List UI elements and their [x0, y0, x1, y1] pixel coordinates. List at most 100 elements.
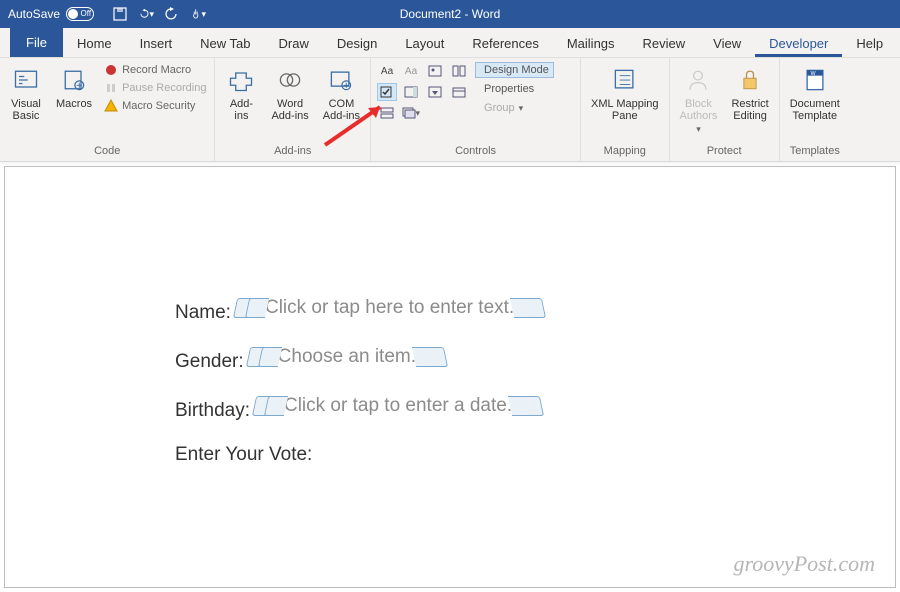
- cc-left-cap-icon: [245, 298, 269, 318]
- macros-button[interactable]: Macros: [52, 62, 96, 112]
- block-authors-icon: [682, 64, 714, 96]
- name-placeholder: Click or tap here to enter text.: [265, 297, 514, 319]
- macros-label: Macros: [56, 98, 92, 110]
- cc-right-handle-icon: [528, 298, 546, 318]
- group-label-protect: Protect: [676, 143, 773, 159]
- controls-gallery: Aa Aa ▾: [377, 62, 469, 122]
- properties-button[interactable]: Properties: [475, 81, 554, 97]
- gender-content-control[interactable]: Choose an item.: [248, 346, 446, 368]
- visual-basic-icon: [10, 64, 42, 96]
- autosave-toggle[interactable]: AutoSave Off: [0, 7, 102, 21]
- group-mapping: XML Mapping Pane Mapping: [581, 58, 669, 161]
- tab-new-tab[interactable]: New Tab: [186, 30, 264, 57]
- combobox-control-icon[interactable]: [401, 83, 421, 101]
- dropdown-control-icon[interactable]: [425, 83, 445, 101]
- form-row-vote: Enter Your Vote:: [175, 444, 895, 466]
- macros-icon: [58, 64, 90, 96]
- quick-access-toolbar: ▾ ▾: [102, 6, 216, 22]
- tab-references[interactable]: References: [458, 30, 552, 57]
- birthday-placeholder: Click or tap to enter a date.: [284, 395, 512, 417]
- group-label-addins: Add-ins: [221, 143, 364, 159]
- group-addins: Add- ins Word Add-ins COM Add-ins Add-in…: [215, 58, 371, 161]
- tab-help[interactable]: Help: [842, 30, 897, 57]
- vote-label: Enter Your Vote:: [175, 444, 312, 466]
- document-template-icon: W: [799, 64, 831, 96]
- name-label: Name:: [175, 302, 231, 324]
- tab-mailings[interactable]: Mailings: [553, 30, 629, 57]
- cc-left-cap-icon: [264, 396, 288, 416]
- com-addins-button[interactable]: COM Add-ins: [319, 62, 364, 124]
- pause-recording-button: Pause Recording: [102, 80, 208, 96]
- document-page: Name: Click or tap here to enter text. G…: [4, 166, 896, 588]
- tab-layout[interactable]: Layout: [391, 30, 458, 57]
- restrict-editing-button[interactable]: Restrict Editing: [727, 62, 772, 124]
- group-label-mapping: Mapping: [587, 143, 662, 159]
- legacy-tools-icon[interactable]: ▾: [401, 104, 421, 122]
- addins-icon: [225, 64, 257, 96]
- name-content-control[interactable]: Click or tap here to enter text.: [235, 297, 544, 319]
- redo-icon[interactable]: [164, 6, 180, 22]
- design-mode-button[interactable]: Design Mode: [475, 62, 554, 78]
- tab-view[interactable]: View: [699, 30, 755, 57]
- group-button[interactable]: Group▾: [475, 100, 554, 116]
- watermark: groovyPost.com: [733, 551, 875, 577]
- birthday-label: Birthday:: [175, 400, 250, 422]
- group-protect: Block Authors▾ Restrict Editing Protect: [670, 58, 780, 161]
- tab-insert[interactable]: Insert: [126, 30, 187, 57]
- group-templates: W Document Template Templates: [780, 58, 850, 161]
- gender-label: Gender:: [175, 351, 244, 373]
- word-addins-icon: [274, 64, 306, 96]
- touch-mode-icon[interactable]: ▾: [190, 6, 206, 22]
- xml-mapping-icon: [609, 64, 641, 96]
- cc-right-handle-icon: [526, 396, 544, 416]
- word-addins-button[interactable]: Word Add-ins: [267, 62, 312, 124]
- record-macro-button[interactable]: Record Macro: [102, 62, 208, 78]
- tab-file[interactable]: File: [10, 28, 63, 57]
- record-icon: [104, 63, 118, 77]
- plain-text-control-icon[interactable]: Aa: [401, 62, 421, 80]
- addins-button[interactable]: Add- ins: [221, 62, 261, 124]
- gender-placeholder: Choose an item.: [278, 346, 416, 368]
- xml-mapping-button[interactable]: XML Mapping Pane: [587, 62, 662, 124]
- visual-basic-label: Visual Basic: [11, 98, 41, 122]
- group-code: Visual Basic Macros Record Macro Pause R…: [0, 58, 215, 161]
- tab-draw[interactable]: Draw: [265, 30, 323, 57]
- undo-icon[interactable]: ▾: [138, 6, 154, 22]
- macro-security-button[interactable]: Macro Security: [102, 98, 208, 114]
- document-title: Document2 - Word: [400, 7, 500, 21]
- form-row-name: Name: Click or tap here to enter text.: [175, 297, 895, 324]
- toggle-switch-icon[interactable]: Off: [66, 7, 94, 21]
- pause-icon: [104, 81, 118, 95]
- cc-left-cap-icon: [258, 347, 282, 367]
- group-label-code: Code: [6, 143, 208, 159]
- warning-icon: [104, 99, 118, 113]
- group-label-templates: Templates: [786, 143, 844, 159]
- group-label-controls: Controls: [377, 143, 574, 159]
- document-template-button[interactable]: W Document Template: [786, 62, 844, 124]
- birthday-content-control[interactable]: Click or tap to enter a date.: [254, 395, 542, 417]
- picture-control-icon[interactable]: [425, 62, 445, 80]
- date-picker-control-icon[interactable]: [449, 83, 469, 101]
- tab-review[interactable]: Review: [629, 30, 700, 57]
- rich-text-control-icon[interactable]: Aa: [377, 62, 397, 80]
- block-authors-button[interactable]: Block Authors▾: [676, 62, 722, 137]
- form-row-birthday: Birthday: Click or tap to enter a date.: [175, 395, 895, 422]
- title-bar: AutoSave Off ▾ ▾ Document2 - Word: [0, 0, 900, 28]
- save-icon[interactable]: [112, 6, 128, 22]
- form-row-gender: Gender: Choose an item.: [175, 346, 895, 373]
- group-controls: Aa Aa ▾ Design Mode Properti: [371, 58, 581, 161]
- repeating-section-control-icon[interactable]: [377, 104, 397, 122]
- cc-right-handle-icon: [430, 347, 448, 367]
- com-addins-icon: [325, 64, 357, 96]
- checkbox-control-icon[interactable]: [377, 83, 397, 101]
- tab-developer[interactable]: Developer: [755, 30, 842, 57]
- ribbon: Visual Basic Macros Record Macro Pause R…: [0, 58, 900, 162]
- autosave-label: AutoSave: [8, 7, 60, 21]
- building-block-control-icon[interactable]: [449, 62, 469, 80]
- svg-text:W: W: [810, 71, 815, 77]
- tab-home[interactable]: Home: [63, 30, 126, 57]
- restrict-editing-icon: [734, 64, 766, 96]
- ribbon-tabs: File Home Insert New Tab Draw Design Lay…: [0, 28, 900, 58]
- visual-basic-button[interactable]: Visual Basic: [6, 62, 46, 124]
- tab-design[interactable]: Design: [323, 30, 391, 57]
